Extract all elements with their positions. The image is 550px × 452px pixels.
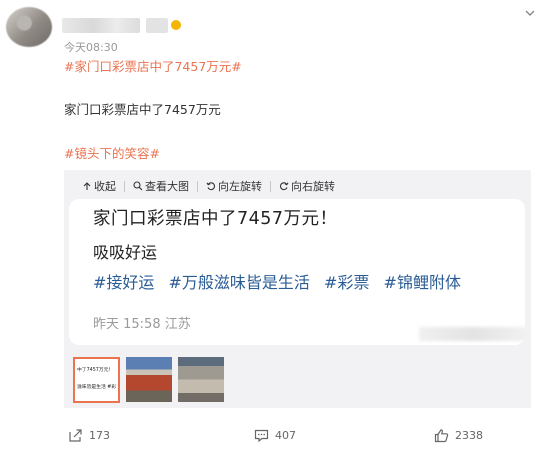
chevron-down-icon[interactable]: [524, 7, 536, 19]
comment-icon: [254, 429, 269, 443]
arrow-up-icon: [83, 182, 91, 190]
like-count: 2338: [455, 429, 483, 442]
image-post-tags: #接好运 #万般滋味皆是生活 #彩票 #锦鲤附体: [93, 269, 470, 293]
post-timestamp: 今天08:30: [64, 41, 118, 54]
post-text: 家门口彩票店中了7457万元: [64, 102, 221, 117]
image-tag: #彩票: [324, 273, 370, 292]
enlarged-image[interactable]: 家门口彩票店中了7457万元！ 吸吸好运 #接好运 #万般滋味皆是生活 #彩票 …: [69, 199, 525, 345]
divider: [270, 180, 271, 192]
view-large-button[interactable]: 查看大图: [133, 178, 189, 194]
rotate-left-label: 向左旋转: [218, 180, 262, 193]
image-post-title: 家门口彩票店中了7457万元！: [93, 209, 338, 229]
rotate-left-icon: [206, 182, 216, 191]
comment-button[interactable]: 407: [254, 428, 296, 443]
thumbnail-selected[interactable]: 中了7457万元！ 滋味皆是生活 #彩: [73, 357, 120, 403]
username-suffix-blurred: [146, 18, 168, 33]
share-count: 173: [89, 429, 110, 442]
divider: [197, 180, 198, 192]
rotate-right-icon: [279, 182, 289, 191]
media-card: 收起 查看大图 向左旋转 向右旋转 家门口彩票店中了7457万元！ 吸吸好运 #…: [64, 170, 531, 408]
watermark-blurred: [419, 327, 525, 341]
topic-link-lottery[interactable]: #家门口彩票店中了7457万元#: [64, 56, 242, 75]
image-post-meta: 昨天 15:58 江苏: [93, 317, 191, 332]
username-blurred[interactable]: [62, 18, 140, 33]
divider: [124, 180, 125, 192]
thumbnail-strip: 中了7457万元！ 滋味皆是生活 #彩: [73, 357, 224, 403]
image-tag: #万般滋味皆是生活: [168, 273, 310, 292]
thumbnail-text: 滋味皆是生活 #彩: [77, 385, 117, 390]
thumbnail-text: 中了7457万元！: [77, 368, 114, 373]
thumbs-up-icon: [434, 429, 449, 443]
rotate-right-label: 向右旋转: [291, 180, 335, 193]
share-button[interactable]: 173: [68, 428, 110, 443]
view-large-label: 查看大图: [145, 180, 189, 193]
collapse-button[interactable]: 收起: [82, 178, 116, 194]
comment-count: 407: [275, 429, 296, 442]
media-toolbar: 收起 查看大图 向左旋转 向右旋转: [82, 178, 335, 194]
image-tag: #接好运: [93, 273, 155, 292]
image-post-line: 吸吸好运: [93, 243, 158, 262]
collapse-label: 收起: [94, 180, 116, 193]
zoom-icon: [133, 181, 143, 191]
thumbnail-image[interactable]: [126, 357, 172, 402]
avatar[interactable]: [6, 7, 52, 47]
action-bar: 173 407 2338: [0, 428, 550, 448]
topic-link-smile[interactable]: #镜头下的笑容#: [64, 143, 160, 162]
rotate-left-button[interactable]: 向左旋转: [206, 178, 262, 194]
share-icon: [69, 429, 82, 442]
like-button[interactable]: 2338: [434, 428, 483, 443]
verified-badge-icon: [171, 20, 181, 30]
image-tag: #锦鲤附体: [383, 273, 461, 292]
thumbnail-image[interactable]: [178, 357, 224, 402]
rotate-right-button[interactable]: 向右旋转: [279, 178, 335, 194]
